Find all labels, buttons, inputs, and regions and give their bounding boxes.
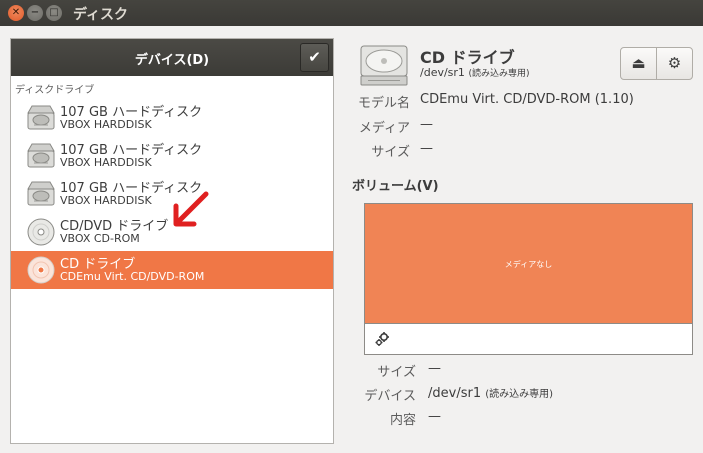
volume-label-device: デバイス	[364, 389, 416, 404]
device-model: VBOX HARDDISK	[60, 118, 152, 131]
volume-value-size: —	[428, 361, 441, 376]
device-model: VBOX HARDDISK	[60, 156, 152, 169]
title-bar: ✕ − □ ディスク	[0, 0, 703, 26]
optical-disc-icon	[27, 256, 55, 284]
volume-segment[interactable]: メディアなし	[365, 204, 692, 323]
prop-label-model: モデル名	[357, 96, 410, 111]
volume-device-note: (読み込み専用)	[485, 389, 554, 400]
harddisk-icon	[27, 105, 55, 130]
device-model: VBOX HARDDISK	[60, 194, 152, 207]
checkmark-icon: ✔	[308, 48, 321, 66]
eject-button[interactable]: ⏏	[620, 47, 657, 80]
drive-path-note: (読み込み専用)	[468, 69, 530, 79]
volume-segment-label: メディアなし	[504, 260, 553, 269]
device-list-header: デバイス(D) ✔	[11, 39, 333, 76]
device-model: CDEmu Virt. CD/DVD-ROM	[60, 270, 205, 283]
harddisk-icon	[27, 181, 55, 206]
volume-toolbar	[365, 323, 692, 354]
volume-label-contents: 内容	[389, 413, 416, 428]
prop-value-size: —	[420, 141, 433, 156]
prop-value-media: —	[420, 117, 433, 132]
prop-value-model: CDEmu Virt. CD/DVD-ROM (1.10)	[420, 92, 634, 107]
harddisk-icon	[27, 143, 55, 168]
drive-settings-button[interactable]: ⚙	[656, 47, 693, 80]
optical-disc-icon	[27, 218, 55, 246]
device-item-harddisk-1[interactable]: 107 GB ハードディスク VBOX HARDDISK	[11, 99, 333, 137]
volume-label-size: サイズ	[377, 365, 416, 380]
window-title: ディスク	[73, 7, 129, 23]
volume-value-device: /dev/sr1 (読み込み専用)	[428, 385, 553, 401]
device-item-cd-drive[interactable]: CD ドライブ CDEmu Virt. CD/DVD-ROM	[11, 251, 333, 289]
device-list-panel: デバイス(D) ✔ ディスクドライブ 107 GB ハードディスク VBOX H…	[10, 38, 334, 444]
close-window-button[interactable]: ✕	[8, 5, 24, 21]
prop-label-size: サイズ	[371, 145, 410, 160]
checkmark-button[interactable]: ✔	[300, 43, 329, 72]
gears-icon[interactable]	[374, 331, 390, 347]
gear-icon: ⚙	[667, 54, 682, 72]
device-list-title: デバイス(D)	[134, 53, 210, 68]
volume-value-contents: —	[428, 409, 441, 424]
drive-path-value: /dev/sr1	[420, 66, 465, 79]
volumes-heading: ボリューム(V)	[352, 179, 439, 194]
device-item-harddisk-2[interactable]: 107 GB ハードディスク VBOX HARDDISK	[11, 137, 333, 175]
minimize-window-button[interactable]: −	[27, 5, 43, 21]
drive-path: /dev/sr1 (読み込み専用)	[420, 66, 529, 79]
maximize-window-button[interactable]: □	[46, 5, 62, 21]
drive-title: CD ドライブ	[420, 48, 515, 67]
section-label-disk-drives: ディスクドライブ	[15, 85, 95, 96]
annotation-arrow-icon	[173, 191, 209, 227]
optical-drive-icon	[360, 45, 408, 86]
eject-icon: ⏏	[631, 54, 646, 72]
volume-map: メディアなし	[364, 203, 693, 355]
device-model: VBOX CD-ROM	[60, 232, 140, 245]
prop-label-media: メディア	[358, 121, 410, 136]
volume-device-path: /dev/sr1	[428, 386, 482, 401]
